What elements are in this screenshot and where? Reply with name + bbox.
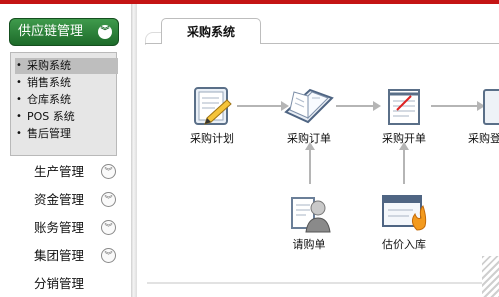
window-flame-icon bbox=[382, 195, 427, 231]
nav-distribution[interactable]: 分销管理 bbox=[34, 274, 124, 294]
content-panel: 采购系统 采购计划 采购订单 采购开单 采购登 请购单 估价入库 bbox=[137, 4, 499, 297]
flow-node-label: 采购登 bbox=[468, 132, 499, 145]
open-book-icon bbox=[284, 88, 334, 124]
chevron-circle-down-icon[interactable]: ︾ bbox=[98, 25, 112, 39]
flow-node-label: 估价入库 bbox=[382, 238, 426, 251]
chevron-circle-down-icon[interactable]: ︾ bbox=[101, 248, 116, 263]
chevron-circle-down-icon[interactable]: ︾ bbox=[101, 164, 116, 179]
flow-node-purchase-plan[interactable]: 采购计划 bbox=[177, 84, 247, 146]
notepad-icon bbox=[388, 89, 420, 125]
flow-node-purchase-invoice[interactable]: 采购开单 bbox=[369, 84, 439, 146]
submenu-item-pos[interactable]: POS 系统 bbox=[15, 109, 75, 125]
content-bottom-rule bbox=[147, 282, 499, 284]
flow-node-label: 采购订单 bbox=[287, 132, 331, 145]
flow-connector bbox=[403, 150, 405, 184]
flow-node-label: 采购计划 bbox=[190, 132, 234, 145]
user-document-icon bbox=[291, 197, 331, 233]
flow-node-label: 采购开单 bbox=[382, 132, 426, 145]
flow-node-purchase-request[interactable]: 请购单 bbox=[274, 190, 344, 252]
submenu-item-purchase[interactable]: 采购系统 bbox=[15, 58, 118, 74]
tab-purchase-system[interactable]: 采购系统 bbox=[161, 18, 261, 44]
menu-supply-chain-label: 供应链管理 bbox=[18, 24, 84, 39]
submenu-item-after-sales[interactable]: 售后管理 bbox=[15, 126, 71, 142]
nav-group[interactable]: 集团管理 ︾ bbox=[34, 246, 124, 266]
submenu-box: 采购系统 销售系统 仓库系统 POS 系统 售后管理 bbox=[10, 52, 118, 156]
chevron-circle-down-icon[interactable]: ︾ bbox=[101, 192, 116, 207]
menu-supply-chain[interactable]: 供应链管理 ︾ bbox=[9, 18, 119, 46]
nav-accounting[interactable]: 账务管理 ︾ bbox=[34, 218, 124, 238]
flow-connector bbox=[309, 150, 311, 184]
sidebar: 供应链管理 ︾ 采购系统 销售系统 仓库系统 POS 系统 售后管理 生产管理 … bbox=[0, 4, 131, 297]
flow-node-estimate-inbound[interactable]: 估价入库 bbox=[369, 190, 439, 252]
flow-node-purchase-next[interactable]: 采购登 bbox=[464, 84, 499, 146]
nav-production[interactable]: 生产管理 ︾ bbox=[34, 162, 124, 182]
submenu-item-sales[interactable]: 销售系统 bbox=[15, 75, 71, 91]
resize-grip[interactable] bbox=[482, 256, 499, 297]
clipboard-pencil-icon bbox=[194, 87, 232, 125]
chevron-circle-down-icon[interactable]: ︾ bbox=[101, 220, 116, 235]
nav-funds[interactable]: 资金管理 ︾ bbox=[34, 190, 124, 210]
submenu-item-warehouse[interactable]: 仓库系统 bbox=[15, 92, 71, 108]
flow-node-purchase-order[interactable]: 采购订单 bbox=[274, 84, 344, 146]
flow-node-label: 请购单 bbox=[292, 238, 326, 251]
document-icon bbox=[483, 89, 499, 125]
